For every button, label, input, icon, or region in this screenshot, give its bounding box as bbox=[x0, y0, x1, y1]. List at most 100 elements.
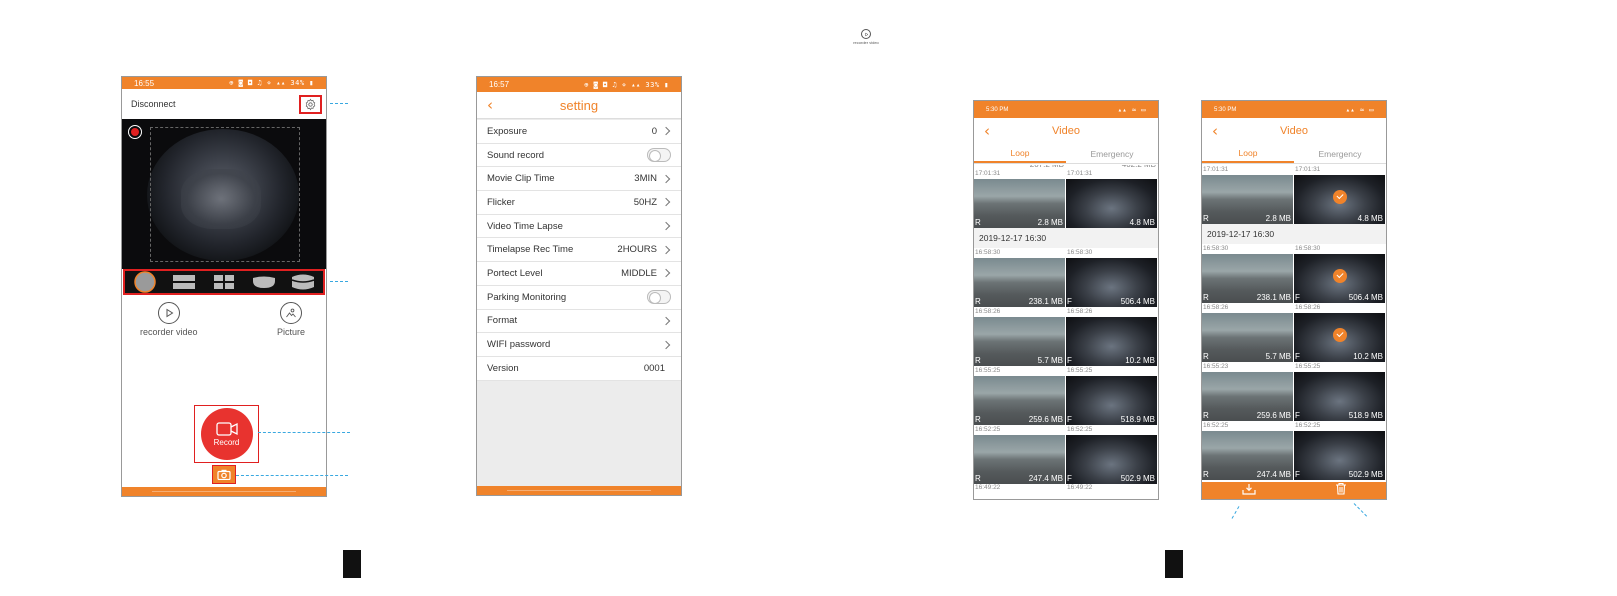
video-thumbnail[interactable]: 16:58:26 R 5.7 MB bbox=[974, 307, 1066, 366]
video-thumbnail[interactable]: 16:58:26 F 10.2 MB bbox=[1066, 307, 1158, 366]
back-arrow-icon[interactable]: ‹ bbox=[1212, 122, 1218, 140]
selected-check-icon[interactable] bbox=[1332, 190, 1347, 205]
record-button[interactable]: Record bbox=[200, 408, 253, 460]
video-thumbnail[interactable]: 16:52:25 F 502.9 MB bbox=[1294, 421, 1386, 480]
page-title: Video bbox=[1052, 125, 1080, 137]
video-thumbnail[interactable]: 16:52:25 R 247.4 MB bbox=[974, 425, 1066, 484]
camera-label: R bbox=[1203, 411, 1209, 420]
setting-row[interactable]: Timelapse Rec Time 2HOURS bbox=[477, 238, 681, 263]
partial-row: 16:49:22 16:49:22 bbox=[974, 484, 1158, 498]
settings-button[interactable] bbox=[299, 95, 322, 114]
video-preview-image: R 259.6 MB bbox=[974, 376, 1065, 425]
video-row: 16:52:25 R 247.4 MB 16:52:25 F 502.9 MB bbox=[1202, 421, 1386, 480]
file-size: 238.1 MB bbox=[1028, 297, 1063, 306]
toggle-switch[interactable] bbox=[647, 148, 671, 163]
video-thumbnail[interactable]: 16:58:30 R 238.1 MB bbox=[1202, 244, 1294, 303]
setting-row[interactable]: Flicker 50HZ bbox=[477, 191, 681, 215]
setting-label: WIFI password bbox=[487, 339, 551, 351]
setting-row[interactable]: Format bbox=[477, 310, 681, 334]
video-thumbnail[interactable]: 16:55:25 R 259.6 MB bbox=[974, 366, 1066, 425]
chevron-right-icon bbox=[661, 245, 671, 255]
video-row: 16:58:26 R 5.7 MB 16:58:26 F 10.2 MB bbox=[974, 307, 1158, 366]
video-timestamp: 16:52:25 bbox=[1203, 422, 1229, 429]
video-preview-image: R 247.4 MB bbox=[1202, 431, 1293, 480]
video-preview-image: F 502.9 MB bbox=[1294, 431, 1385, 480]
video-thumbnail[interactable]: 17:01:31 R 2.8 MB bbox=[974, 169, 1066, 228]
file-size: 4.8 MB bbox=[1357, 214, 1383, 223]
status-time: 16:55 bbox=[134, 78, 155, 88]
status-time: 16:57 bbox=[489, 80, 510, 89]
camera-label: R bbox=[1203, 293, 1209, 302]
top-recorder-video-label: recorder video bbox=[853, 40, 879, 45]
video-thumbnail[interactable]: 17:01:31 4.8 MB bbox=[1066, 169, 1158, 228]
toggle-switch[interactable] bbox=[647, 290, 671, 305]
setting-value: 0 bbox=[651, 125, 657, 137]
picture-icon bbox=[280, 302, 302, 324]
video-preview-image: R 5.7 MB bbox=[1202, 313, 1293, 362]
settings-list: Exposure 0 Sound record Movie Clip Time 3MIN… bbox=[477, 120, 681, 381]
video-thumbnail[interactable]: 17:01:31 R 2.8 MB bbox=[1202, 165, 1294, 224]
live-view-screen: 16:55 ⊕ ◙ ◘ ♫ ⋄ ▴▴ 34% ▮ Disconnect reco… bbox=[121, 76, 327, 497]
setting-row[interactable]: Sound record bbox=[477, 144, 681, 168]
tab-loop[interactable]: Loop bbox=[974, 144, 1066, 163]
action-row: recorder video Picture bbox=[122, 302, 326, 342]
snapshot-button[interactable] bbox=[212, 465, 236, 484]
gear-icon bbox=[305, 98, 316, 111]
video-timestamp: 16:49:22 bbox=[1067, 484, 1093, 491]
video-thumbnail[interactable]: 16:55:23 R 259.6 MB bbox=[1202, 362, 1294, 421]
video-thumbnail[interactable]: 16:52:25 R 247.4 MB bbox=[1202, 421, 1294, 480]
picture-button[interactable]: Picture bbox=[277, 302, 305, 337]
back-arrow-icon[interactable]: ‹ bbox=[984, 122, 990, 140]
camera-label: R bbox=[975, 356, 981, 365]
download-icon[interactable] bbox=[1241, 482, 1256, 500]
camera-label: R bbox=[975, 218, 981, 227]
video-preview-image: R 238.1 MB bbox=[1202, 254, 1293, 303]
video-timestamp: 16:55:23 bbox=[1203, 363, 1229, 370]
video-thumbnail[interactable]: 17:01:31 4.8 MB bbox=[1294, 165, 1386, 224]
selected-check-icon[interactable] bbox=[1332, 269, 1347, 284]
setting-row[interactable]: Version 0001 bbox=[477, 357, 681, 381]
quad-view-icon[interactable] bbox=[211, 272, 237, 292]
dual-panorama-icon[interactable] bbox=[171, 272, 197, 292]
video-preview-image: F 10.2 MB bbox=[1294, 313, 1385, 362]
back-arrow-icon[interactable]: ‹ bbox=[487, 96, 493, 114]
video-thumbnail[interactable]: 16:52:25 F 502.9 MB bbox=[1066, 425, 1158, 484]
file-size: 518.9 MB bbox=[1348, 411, 1383, 420]
bowl-view-icon[interactable] bbox=[251, 272, 277, 292]
video-preview-image: R 5.7 MB bbox=[974, 317, 1065, 366]
camera-label: F bbox=[1067, 415, 1072, 424]
camera-label: R bbox=[975, 297, 981, 306]
video-thumbnail[interactable]: 16:55:25 F 518.9 MB bbox=[1066, 366, 1158, 425]
date-group-header: 2019-12-17 16:30 bbox=[1202, 224, 1386, 244]
selected-check-icon[interactable] bbox=[1332, 328, 1347, 343]
record-label: Record bbox=[213, 437, 240, 447]
setting-row[interactable]: WIFI password bbox=[477, 333, 681, 357]
trash-icon[interactable] bbox=[1335, 482, 1347, 500]
video-preview-image: 4.8 MB bbox=[1294, 175, 1385, 224]
tab-emergency[interactable]: Emergency bbox=[1066, 144, 1158, 163]
setting-value: 2HOURS bbox=[617, 244, 657, 256]
setting-row[interactable]: Parking Monitoring bbox=[477, 286, 681, 310]
video-row: 16:58:30 R 238.1 MB 16:58:30 F 506.4 MB bbox=[974, 248, 1158, 307]
video-timestamp: 17:01:31 bbox=[975, 170, 1001, 177]
setting-row[interactable]: Exposure 0 bbox=[477, 120, 681, 144]
callout-line-download bbox=[1231, 506, 1240, 519]
tab-loop[interactable]: Loop bbox=[1202, 144, 1294, 163]
setting-row[interactable]: Portect Level MIDDLE bbox=[477, 262, 681, 286]
video-thumbnail[interactable]: 16:58:30 F 506.4 MB bbox=[1294, 244, 1386, 303]
disconnect-button[interactable]: Disconnect bbox=[131, 99, 176, 109]
video-thumbnail[interactable]: 16:58:26 F 10.2 MB bbox=[1294, 303, 1386, 362]
setting-row[interactable]: Movie Clip Time 3MIN bbox=[477, 167, 681, 192]
camera-preview[interactable] bbox=[122, 119, 326, 269]
video-row: 16:58:30 R 238.1 MB 16:58:30 F 506.4 MB bbox=[1202, 244, 1386, 303]
tab-emergency[interactable]: Emergency bbox=[1294, 144, 1386, 163]
recorder-video-button[interactable]: recorder video bbox=[140, 302, 198, 337]
video-thumbnail[interactable]: 16:58:26 R 5.7 MB bbox=[1202, 303, 1294, 362]
setting-row[interactable]: Video Time Lapse bbox=[477, 215, 681, 239]
video-thumbnail[interactable]: 16:58:30 F 506.4 MB bbox=[1066, 248, 1158, 307]
cylinder-view-icon[interactable] bbox=[290, 272, 316, 292]
fisheye-view-icon[interactable] bbox=[132, 271, 158, 293]
video-thumbnail[interactable]: 16:55:25 F 518.9 MB bbox=[1294, 362, 1386, 421]
video-thumbnail[interactable]: 16:58:30 R 238.1 MB bbox=[974, 248, 1066, 307]
video-select-screen: 5:30 PM ▴▴ ≈ ▭ ‹ Video Loop Emergency 17:01:31… bbox=[1201, 100, 1387, 500]
